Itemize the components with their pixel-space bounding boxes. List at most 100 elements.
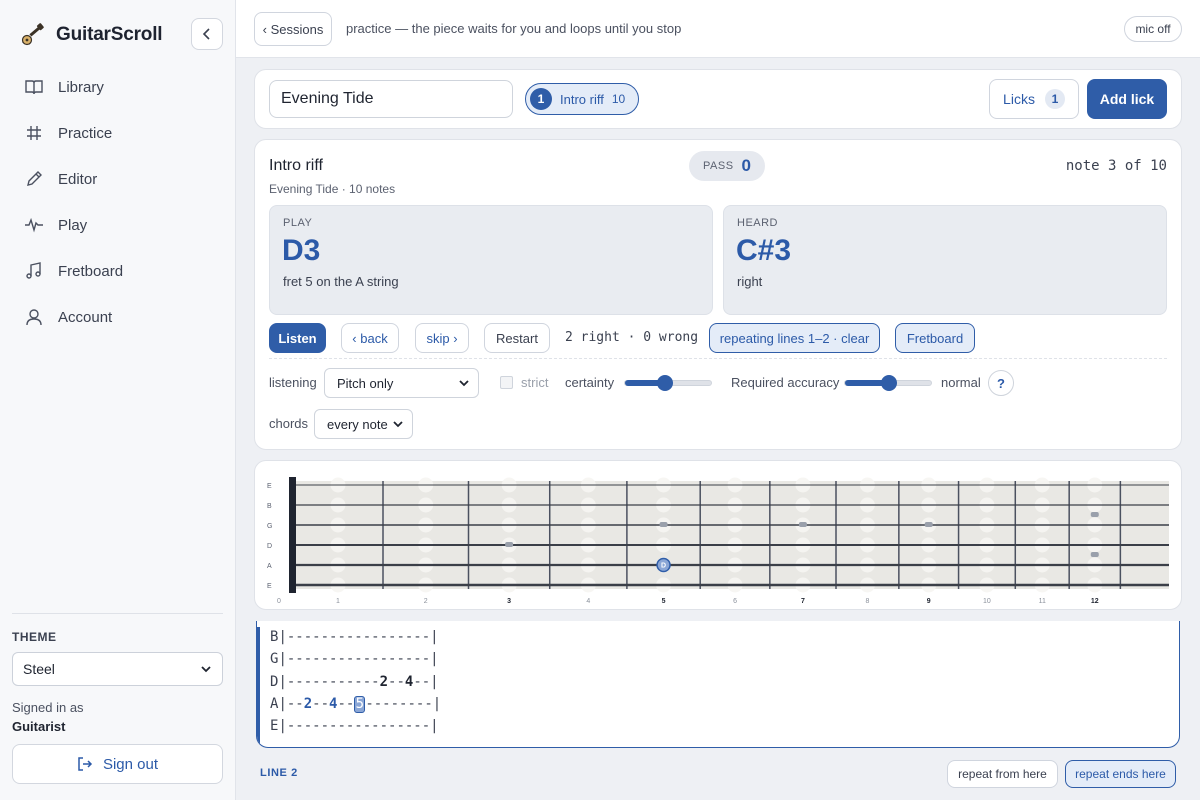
sign-out-icon (78, 757, 93, 771)
accuracy-slider[interactable] (844, 375, 932, 391)
listening-value: Pitch only (337, 375, 394, 391)
inlay-marker (798, 522, 807, 527)
sidebar-nav: Library Practice Editor Play Fretboard A… (14, 64, 222, 340)
licks-count-badge: 1 (1044, 89, 1065, 109)
fret-number-label: 7 (801, 598, 805, 605)
riff-subtitle: Evening Tide · 10 notes (269, 182, 396, 196)
chevron-down-icon (393, 421, 403, 428)
chevron-down-icon (201, 666, 211, 673)
sidebar-item-label: Play (58, 216, 88, 234)
sidebar-item-label: Library (58, 78, 104, 96)
listen-button[interactable]: Listen (269, 323, 326, 353)
fretboard-background (293, 481, 1169, 589)
chords-select[interactable]: every note (314, 409, 413, 439)
fret-number-label: 5 (662, 598, 666, 605)
sidebar-item-label: Fretboard (58, 262, 124, 280)
fret-number-label: 4 (586, 598, 590, 605)
chevron-down-icon (459, 380, 469, 387)
fret-number-label: 6 (733, 598, 737, 605)
chords-settings: chords every note (269, 409, 1169, 439)
tab-line-g: G|-----------------| (270, 651, 439, 667)
tab-note[interactable]: 2 (304, 696, 312, 712)
controls-divider (269, 358, 1167, 359)
sidebar-item-editor[interactable]: Editor (14, 156, 222, 202)
string-label: B (267, 503, 272, 510)
chevron-left-icon (202, 28, 210, 40)
skip-button[interactable]: skip › (415, 323, 469, 353)
strict-checkbox[interactable] (500, 376, 513, 389)
top-bar: ‹ Sessions practice — the piece waits fo… (236, 0, 1200, 58)
tab-staff: |-----------------| (278, 629, 439, 645)
sessions-back-button[interactable]: ‹ Sessions (254, 12, 332, 46)
help-button[interactable]: ? (988, 370, 1014, 396)
inlay-marker (1090, 552, 1099, 557)
sidebar-item-play[interactable]: Play (14, 202, 222, 248)
tab-staff: -- (312, 696, 330, 712)
listening-label: listening (269, 375, 317, 390)
play-panel: PLAY D3 fret 5 on the A string (269, 205, 713, 315)
mic-toggle-button[interactable]: mic off (1124, 16, 1182, 42)
licks-button[interactable]: Licks 1 (989, 79, 1079, 119)
back-button[interactable]: ‹ back (341, 323, 399, 353)
mode-message: practice — the piece waits for you and l… (346, 21, 682, 36)
theme-select[interactable]: Steel (12, 652, 223, 686)
theme-label: THEME (12, 630, 57, 644)
current-tab-note[interactable]: 5 (354, 696, 366, 713)
fret-number-label: 8 (865, 598, 869, 605)
target-note: D3 (282, 234, 321, 267)
sidebar-item-account[interactable]: Account (14, 294, 222, 340)
accuracy-slider-handle[interactable] (881, 375, 897, 391)
riff-chip[interactable]: 1 Intro riff 10 (525, 83, 639, 115)
tab-staff: |-----------------| (278, 718, 439, 734)
tab-note[interactable]: 2 (380, 674, 388, 690)
user-icon (26, 309, 42, 326)
pass-value: 0 (741, 156, 751, 175)
heard-panel: HEARD C#3 right (723, 205, 1167, 315)
restart-button[interactable]: Restart (484, 323, 550, 353)
listening-select[interactable]: Pitch only (324, 368, 479, 398)
tab-line-b: B|-----------------| (270, 629, 439, 645)
inlay-marker (924, 522, 933, 527)
inlay-marker (505, 542, 514, 547)
repeat-ends-here-button[interactable]: repeat ends here (1065, 760, 1176, 788)
tab-line-e: E|-----------------| (270, 718, 439, 734)
piece-title-input[interactable]: Evening Tide (269, 80, 513, 118)
piece-header-card: Evening Tide 1 Intro riff 10 Licks 1 Add… (254, 69, 1182, 129)
tab-staff: |----------- (278, 674, 380, 690)
fretboard-card: E B G D A E 0 1 2 3 4 5 6 7 8 9 10 11 12 D (254, 460, 1182, 610)
brand[interactable]: GuitarScroll (20, 22, 163, 48)
sidebar-item-library[interactable]: Library (14, 64, 222, 110)
string-label: E (267, 483, 272, 490)
certainty-slider-handle[interactable] (656, 375, 673, 391)
book-icon (25, 80, 43, 95)
sidebar-item-label: Account (58, 308, 113, 326)
repeating-clear-button[interactable]: repeating lines 1–2 · clear (709, 323, 880, 353)
certainty-slider[interactable] (624, 375, 712, 391)
sign-out-button[interactable]: Sign out (12, 744, 223, 784)
fret-number-label: 0 (277, 598, 281, 605)
sidebar-item-practice[interactable]: Practice (14, 110, 222, 156)
signed-in-label: Signed in as (12, 700, 84, 715)
user-name: Guitarist (12, 719, 66, 734)
repeat-from-here-button[interactable]: repeat from here (947, 760, 1058, 788)
sidebar-item-label: Editor (58, 170, 98, 188)
sidebar-item-fretboard[interactable]: Fretboard (14, 248, 222, 294)
riff-note-count: 10 (611, 92, 626, 106)
tab-line-a: A|--2--4--5--------| (270, 696, 441, 713)
fret-number-label: 10 (983, 598, 991, 605)
tab-staff: |-- (278, 696, 304, 712)
fretboard-toggle-button[interactable]: Fretboard (895, 323, 975, 353)
add-lick-button[interactable]: Add lick (1087, 79, 1167, 119)
riff-number: 1 (530, 88, 552, 110)
pass-counter: PASS 0 (689, 151, 765, 181)
heard-note: C#3 (736, 234, 792, 267)
note-position: note 3 of 10 (1065, 158, 1167, 174)
tab-view[interactable]: B|-----------------| G|-----------------… (256, 621, 1180, 748)
theme-value: Steel (23, 661, 55, 677)
app-name: GuitarScroll (56, 24, 163, 45)
chords-label: chords (269, 416, 309, 431)
collapse-sidebar-button[interactable] (191, 18, 223, 50)
fretboard-diagram[interactable]: EBGDAE0 1 2 3 4 5 6 7 8 9 10 11 12D (255, 461, 1181, 609)
tab-staff: -- (388, 674, 405, 690)
certainty-label: certainty (565, 375, 615, 390)
